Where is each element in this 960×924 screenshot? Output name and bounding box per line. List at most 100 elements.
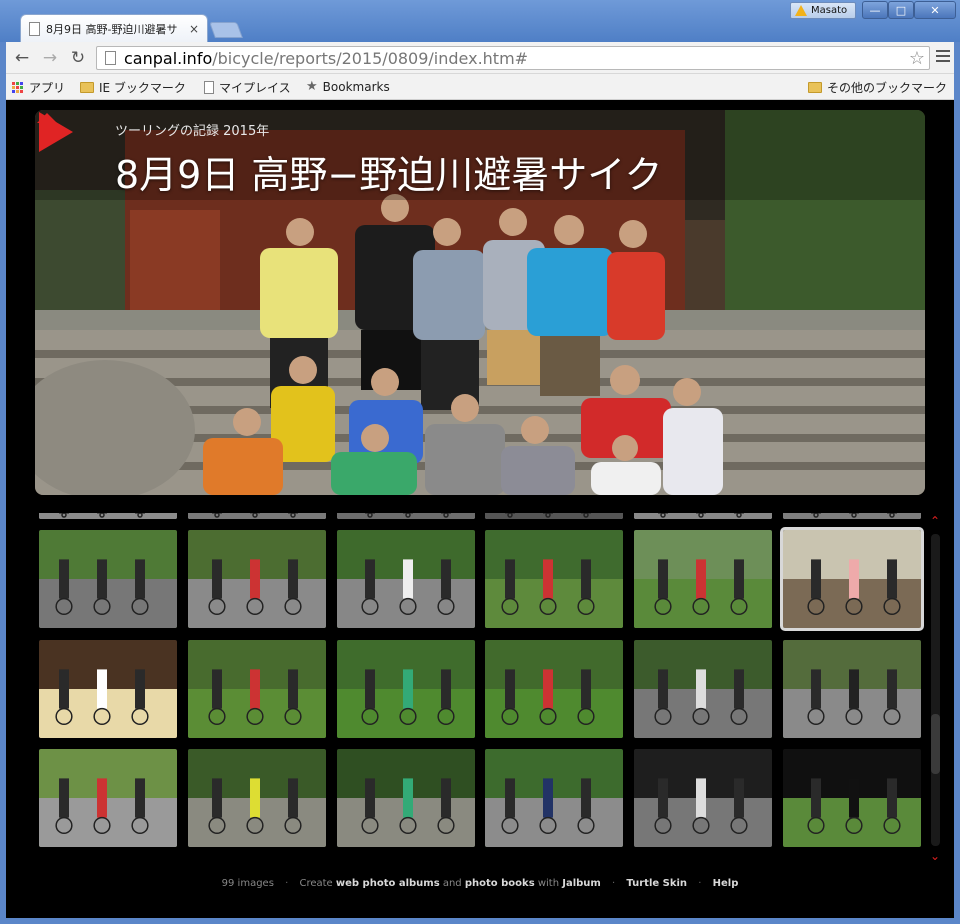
thumb-7[interactable]: [39, 530, 177, 628]
thumbnail-image: [485, 530, 623, 628]
skin-link[interactable]: Turtle Skin: [626, 878, 687, 889]
thumb-6[interactable]: [783, 513, 921, 519]
album-subtitle: ツーリングの記録 2015年: [115, 124, 270, 139]
image-count: 99 images: [221, 878, 274, 889]
apps-icon: [12, 81, 24, 94]
thumbnail-image: [485, 749, 623, 847]
minimize-button[interactable]: —: [862, 1, 888, 19]
web-albums-link[interactable]: web photo albums: [336, 878, 440, 889]
thumb-5[interactable]: [634, 513, 772, 519]
bookmark-myplace[interactable]: マイプレイス: [204, 79, 291, 96]
profile-button[interactable]: Masato: [790, 2, 856, 19]
address-bar[interactable]: canpal.info/bicycle/reports/2015/0809/in…: [96, 46, 930, 70]
jalbum-link[interactable]: Jalbum: [562, 878, 601, 889]
create-text: Create: [299, 878, 333, 889]
page-icon: [204, 81, 214, 94]
scroll-track[interactable]: [931, 534, 940, 846]
thumb-22[interactable]: [485, 749, 623, 847]
thumbnail-image: [634, 513, 772, 519]
browser-tab[interactable]: 8月9日 高野-野迫川避暑サ ×: [20, 14, 208, 42]
thumb-12[interactable]: [780, 527, 924, 631]
thumbnail-image: [188, 513, 326, 519]
thumbnail-image: [188, 749, 326, 847]
browser-toolbar: ← → ↻ canpal.info/bicycle/reports/2015/0…: [6, 42, 954, 74]
thumb-10[interactable]: [485, 530, 623, 628]
star-icon: ★: [306, 79, 318, 94]
thumbnail-image: [634, 530, 772, 628]
next-arrow-icon[interactable]: [35, 110, 75, 154]
reload-button[interactable]: ↻: [68, 48, 88, 68]
url-path: /bicycle/reports/2015/0809/index.htm#: [212, 48, 529, 68]
thumb-15[interactable]: [337, 640, 475, 738]
thumb-11[interactable]: [634, 530, 772, 628]
scroll-down-icon[interactable]: ⌄: [930, 849, 940, 863]
bookmark-apps[interactable]: アプリ: [12, 79, 65, 96]
thumb-24[interactable]: [783, 749, 921, 847]
thumbnail-image: [39, 749, 177, 847]
warning-icon: [795, 5, 807, 16]
thumb-14[interactable]: [188, 640, 326, 738]
thumbnail-image: [634, 640, 772, 738]
tab-title: 8月9日 高野-野迫川避暑サ: [46, 22, 178, 36]
thumb-18[interactable]: [783, 640, 921, 738]
thumb-21[interactable]: [337, 749, 475, 847]
scroll-up-icon[interactable]: ⌃: [930, 514, 940, 528]
bookmark-other-folder[interactable]: その他のブックマーク: [808, 79, 947, 96]
profile-name: Masato: [811, 5, 848, 16]
thumbnail-image: [188, 530, 326, 628]
new-tab-button[interactable]: [209, 22, 243, 38]
page-icon: [105, 51, 116, 65]
thumb-2[interactable]: [188, 513, 326, 519]
thumb-13[interactable]: [39, 640, 177, 738]
thumb-23[interactable]: [634, 749, 772, 847]
thumb-3[interactable]: [337, 513, 475, 519]
thumb-19[interactable]: [39, 749, 177, 847]
forward-button[interactable]: →: [40, 48, 60, 68]
thumbnail-image: [337, 530, 475, 628]
tab-close-button[interactable]: ×: [189, 22, 199, 36]
thumbnail-image: [783, 749, 921, 847]
url-host: canpal.info: [124, 48, 213, 68]
thumbnail-image: [634, 749, 772, 847]
bookmark-label: Bookmarks: [322, 79, 390, 94]
page-content: ツーリングの記録 2015年 8月9日 高野−野迫川避暑サイク ⌃ ⌄ 99 i…: [6, 100, 954, 918]
bookmark-label: マイプレイス: [219, 81, 291, 95]
page-icon: [29, 21, 40, 36]
thumbnail-image: [39, 640, 177, 738]
help-link[interactable]: Help: [713, 878, 739, 889]
thumb-4[interactable]: [485, 513, 623, 519]
thumb-1[interactable]: [39, 513, 177, 519]
bookmarks-bar: アプリ IE ブックマーク マイプレイス ★ Bookmarks その他のブック…: [6, 74, 954, 100]
back-button[interactable]: ←: [12, 48, 32, 68]
thumbnail-image: [485, 640, 623, 738]
folder-icon: [808, 82, 822, 93]
bookmark-ie-folder[interactable]: IE ブックマーク: [80, 79, 186, 96]
thumbnail-scrollbar[interactable]: ⌃ ⌄: [928, 514, 942, 864]
thumbnail-image: [485, 513, 623, 519]
thumbnail-image: [783, 513, 921, 519]
thumbnail-image: [188, 640, 326, 738]
and-text: and: [442, 878, 462, 889]
thumbnail-image: [337, 749, 475, 847]
footer: 99 images · Create web photo albums and …: [221, 878, 739, 889]
thumbnail-image: [337, 513, 475, 519]
scroll-thumb[interactable]: [931, 714, 940, 774]
hero-photo[interactable]: ツーリングの記録 2015年 8月9日 高野−野迫川避暑サイク: [35, 110, 925, 495]
thumb-17[interactable]: [634, 640, 772, 738]
menu-icon[interactable]: [936, 50, 950, 64]
thumbnail-image: [337, 640, 475, 738]
thumbnail-grid: [39, 513, 927, 863]
bookmark-star-icon[interactable]: ☆: [909, 48, 925, 69]
folder-icon: [80, 82, 94, 93]
maximize-button[interactable]: □: [888, 1, 914, 19]
thumbnail-image: [783, 640, 921, 738]
bookmark-bookmarks[interactable]: ★ Bookmarks: [306, 79, 390, 94]
photo-books-link[interactable]: photo books: [465, 878, 535, 889]
close-window-button[interactable]: ✕: [914, 1, 956, 19]
thumb-9[interactable]: [337, 530, 475, 628]
album-title: 8月9日 高野−野迫川避暑サイク: [115, 153, 663, 197]
thumb-20[interactable]: [188, 749, 326, 847]
thumb-16[interactable]: [485, 640, 623, 738]
thumbnail-image: [39, 513, 177, 519]
thumb-8[interactable]: [188, 530, 326, 628]
